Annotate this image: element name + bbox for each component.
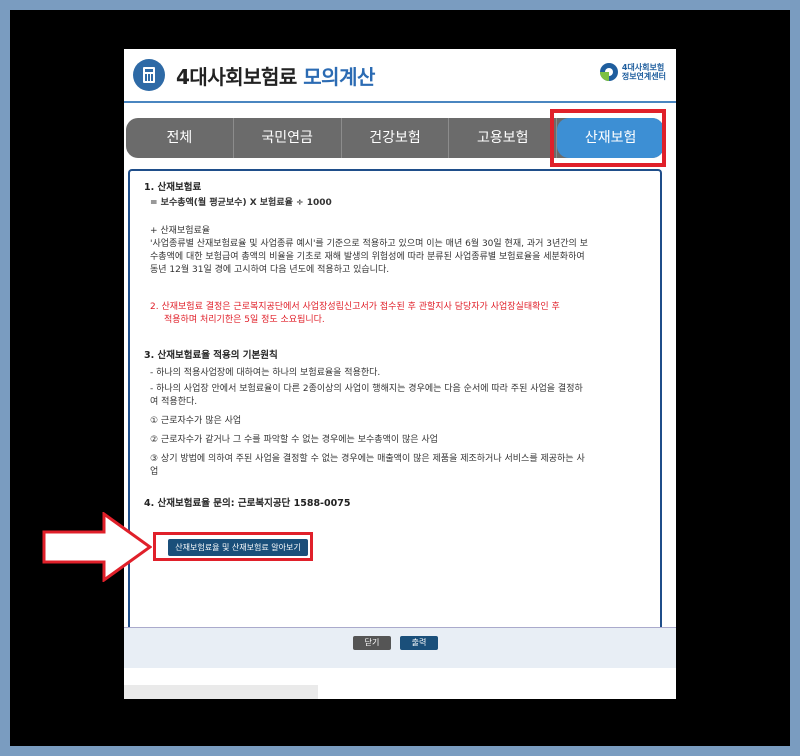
- title-accent: 모의계산: [303, 65, 375, 89]
- logo-text-line1: 4대사회보험: [621, 63, 665, 72]
- section2-line1: 2. 산재보험료 결정은 근로복지공단에서 사업장성립신고서가 접수된 후 관할…: [150, 302, 560, 312]
- calculator-icon: [133, 59, 165, 91]
- section1-note-title: + 산재보험료율: [150, 226, 211, 236]
- button-highlight-box: [153, 532, 313, 561]
- section1-note-line2: 수총액에 대한 보험급여 총액의 비율을 기초로 재해 발생의 위험성에 따라 …: [150, 252, 585, 262]
- section3-item2: ② 근로자수가 같거나 그 수를 파악할 수 없는 경우에는 보수총액이 많은 …: [150, 435, 438, 445]
- footer-bar: 닫기 출력: [124, 627, 676, 668]
- logo-mark-icon: [599, 63, 618, 81]
- section1-formula: = 보수총액(월 평균보수) X 보험료율 ÷ 1000: [150, 198, 332, 208]
- section3-item3b: 업: [150, 467, 159, 477]
- section3-line2: - 하나의 사업장 안에서 보험료율이 다른 2종이상의 사업이 행해지는 경우…: [150, 384, 583, 394]
- title-main: 4대사회보험료: [176, 65, 304, 89]
- page-title: 4대사회보험료 모의계산: [176, 61, 375, 90]
- status-bar: [124, 685, 318, 699]
- pointer-arrow-icon: [42, 512, 152, 582]
- section3-line1: - 하나의 적용사업장에 대하여는 하나의 보험료율을 적용한다.: [150, 368, 381, 378]
- section3-item3a: ③ 상기 방법에 의하여 주된 사업을 결정할 수 없는 경우에는 매출액이 많…: [150, 454, 585, 464]
- print-button[interactable]: 출력: [400, 636, 438, 650]
- logo-text-line2: 정보연계센터: [621, 72, 666, 81]
- section3-item1: ① 근로자수가 많은 사업: [150, 416, 242, 426]
- tab-health-insurance[interactable]: 건강보험: [342, 118, 450, 158]
- tab-national-pension[interactable]: 국민연금: [234, 118, 342, 158]
- section1-note-line3: 동년 12월 31일 경에 고시하여 다음 년도에 적용하고 있습니다.: [150, 265, 390, 275]
- tab-all[interactable]: 전체: [126, 118, 234, 158]
- close-button[interactable]: 닫기: [353, 636, 391, 650]
- popup-window: 4대사회보험료 모의계산 4대사회보험 정보연계센터 전체 국민연금 건강보험 …: [124, 49, 676, 699]
- section4-title: 4. 산재보험료율 문의: 근로복지공단 1588-0075: [144, 498, 351, 509]
- section3-line3: 여 적용한다.: [150, 397, 198, 407]
- section1-title: 1. 산재보험료: [144, 182, 202, 193]
- section1-note-line1: '사업종류별 산재보험료율 및 사업종류 예시'를 기준으로 적용하고 있으며 …: [150, 239, 588, 249]
- tab-employment-insurance[interactable]: 고용보험: [449, 118, 558, 158]
- section3-title: 3. 산재보험료율 적용의 기본원칙: [144, 350, 278, 361]
- window-header: 4대사회보험료 모의계산 4대사회보험 정보연계센터: [124, 49, 676, 103]
- brand-logo: 4대사회보험 정보연계센터: [599, 63, 666, 81]
- section2-line2: 적용하며 처리기한은 5일 정도 소요됩니다.: [164, 315, 325, 325]
- tab-highlight-box: [550, 109, 666, 167]
